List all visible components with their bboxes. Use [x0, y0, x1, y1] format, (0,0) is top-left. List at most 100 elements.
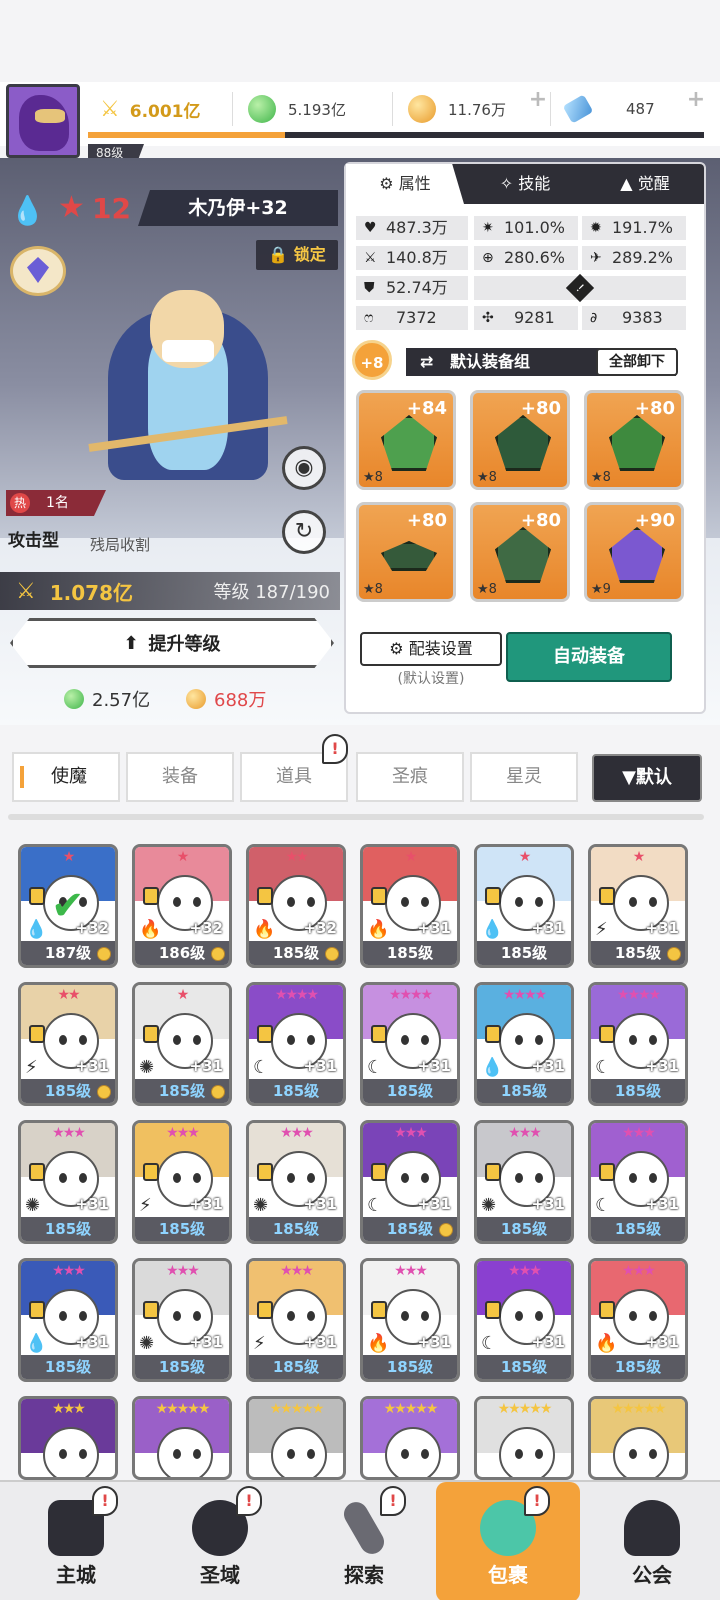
- pet-portrait: [613, 1427, 669, 1477]
- stat-s2: ✣ 9281: [474, 306, 578, 330]
- pet-card[interactable]: ★★★ ☾ +31 185级: [588, 1120, 688, 1244]
- nav-inventory[interactable]: ! 包裹: [436, 1482, 580, 1600]
- pet-stars: ★: [176, 987, 190, 1003]
- lock-icon: [257, 1025, 273, 1043]
- loadout-settings-button[interactable]: ⚙ 配装设置: [360, 632, 502, 666]
- tab-attributes[interactable]: ⚙ 属性: [346, 164, 464, 204]
- swap-button[interactable]: ↻: [282, 510, 326, 554]
- pet-plus: +31: [189, 1333, 223, 1351]
- nav-guild[interactable]: 公会: [580, 1482, 720, 1600]
- power-value: 6.001亿: [129, 101, 201, 122]
- unequip-all-button[interactable]: 全部卸下: [596, 348, 678, 376]
- lock-icon: [257, 1163, 273, 1181]
- element-icon: 🔥: [367, 919, 390, 940]
- set-bonus-badge[interactable]: +8: [352, 340, 392, 380]
- pet-card[interactable]: ★★★ ⚡ +31 185级: [246, 1258, 346, 1382]
- player-avatar[interactable]: [6, 84, 80, 158]
- element-icon: ✺: [139, 1333, 155, 1354]
- pet-card[interactable]: ★★★★★: [132, 1396, 232, 1480]
- nav-label: 圣域: [200, 1563, 240, 1587]
- pet-card[interactable]: ★★★★★: [588, 1396, 688, 1480]
- guild-helmet-icon: [624, 1500, 680, 1556]
- pet-card[interactable]: ★ ✺ +31 185级: [132, 982, 232, 1106]
- pet-plus: +31: [75, 1057, 109, 1075]
- nav-sanctuary[interactable]: ! 圣域: [148, 1482, 292, 1600]
- tab-awaken[interactable]: ▲ 觉醒: [586, 164, 704, 204]
- element-icon: ☾: [595, 1195, 612, 1216]
- pet-card[interactable]: ★★★ ✺ +31 185级: [18, 1120, 118, 1244]
- pet-stars: ★: [632, 849, 646, 865]
- category-tab-pets[interactable]: 使魔: [12, 752, 120, 802]
- pet-card[interactable]: ★★★★★: [360, 1396, 460, 1480]
- auto-equip-button[interactable]: 自动装备: [506, 632, 672, 682]
- pet-stars: ★: [404, 849, 418, 865]
- pet-level: 185级: [249, 1355, 343, 1379]
- equip-stars: ★8: [477, 470, 497, 485]
- element-icon: ☾: [367, 1195, 384, 1216]
- tab-skills[interactable]: ✧ 技能: [466, 164, 584, 204]
- element-icon: 🔥: [139, 919, 162, 940]
- sort-dropdown[interactable]: ▼默认: [592, 754, 702, 802]
- spiral-icon: ∂: [590, 310, 598, 326]
- stat-speed: ✈ 289.2%: [582, 246, 686, 270]
- bottom-nav: ! 主城 ! 圣域 ! 探索 ! 包裹 公会: [0, 1480, 720, 1600]
- pet-card[interactable]: ★★★ ✺ +31 185级: [132, 1258, 232, 1382]
- hot-icon: 热: [10, 493, 30, 513]
- nav-explore[interactable]: ! 探索: [292, 1482, 436, 1600]
- pet-card[interactable]: ★★★ ☾ +31 185级: [474, 1258, 574, 1382]
- pet-card[interactable]: ★ 💧 +32 ✔ 187级: [18, 844, 118, 968]
- hero-level-label: 等级 187/190: [213, 582, 331, 603]
- pet-card[interactable]: ★★ ⚡ +31 185级: [18, 982, 118, 1106]
- pet-card[interactable]: ★★★ ⚡ +31 185级: [132, 1120, 232, 1244]
- pet-card[interactable]: ★ 🔥 +31 185级: [360, 844, 460, 968]
- category-tab-stigmata[interactable]: 圣痕: [356, 752, 464, 802]
- pet-card[interactable]: ★ 💧 +31 185级: [474, 844, 574, 968]
- shuriken-icon: ✣: [482, 310, 494, 326]
- pet-card[interactable]: ★ 🔥 +32 186级: [132, 844, 232, 968]
- category-tab-spirits[interactable]: 星灵: [470, 752, 578, 802]
- crystal-gem: [27, 257, 49, 283]
- pet-card[interactable]: ★★★ 💧 +31 185级: [18, 1258, 118, 1382]
- category-tab-equipment[interactable]: 装备: [126, 752, 234, 802]
- lock-button[interactable]: 🔒 锁定: [256, 240, 338, 270]
- equip-slot-armor[interactable]: +80 ★8: [584, 390, 684, 490]
- upgrade-level-button[interactable]: ⬆ 提升等级: [10, 618, 334, 668]
- pet-card[interactable]: ★★★★ ☾ +31 185级: [360, 982, 460, 1106]
- pet-card[interactable]: ★★★ ✺ +31 185级: [246, 1120, 346, 1244]
- pet-card[interactable]: ★★★: [18, 1396, 118, 1480]
- gold-coin-icon: [186, 689, 206, 709]
- crystal-badge-icon[interactable]: [10, 246, 66, 296]
- pet-card[interactable]: ★★★ ✺ +31 185级: [474, 1120, 574, 1244]
- view-eye-button[interactable]: ◉: [282, 446, 326, 490]
- nav-label: 主城: [56, 1563, 96, 1587]
- pet-card[interactable]: ★★ 🔥 +32 185级: [246, 844, 346, 968]
- stat-value: 7372: [396, 308, 437, 327]
- element-icon: ⚡: [253, 1333, 266, 1354]
- pet-stars: ★★★: [622, 1125, 656, 1141]
- equip-slot-crown[interactable]: +80 ★8: [470, 502, 570, 602]
- pet-portrait: [271, 1427, 327, 1477]
- equip-slot-boots[interactable]: +90 ★9: [584, 502, 684, 602]
- belt-equip-icon: [381, 541, 437, 571]
- pet-card[interactable]: ★★★★ ☾ +31 185级: [246, 982, 346, 1106]
- pet-card[interactable]: ★★★ 🔥 +31 185级: [360, 1258, 460, 1382]
- add-gold-button[interactable]: +: [526, 88, 550, 112]
- equip-slot-belt[interactable]: +80 ★8: [356, 502, 456, 602]
- pet-card[interactable]: ★★★★★: [246, 1396, 346, 1480]
- lock-icon: [143, 1163, 159, 1181]
- pet-card[interactable]: ★★★ 🔥 +31 185级: [588, 1258, 688, 1382]
- nav-alert-icon: !: [236, 1486, 262, 1516]
- equip-slot-helmet[interactable]: +80 ★8: [470, 390, 570, 490]
- pet-card[interactable]: ★★★★★: [474, 1396, 574, 1480]
- pet-card[interactable]: ★★★★ 💧 +31 185级: [474, 982, 574, 1106]
- pet-card[interactable]: ★ ⚡ +31 185级: [588, 844, 688, 968]
- add-crystal-button[interactable]: +: [684, 88, 708, 112]
- pet-stars: ★★★: [280, 1263, 314, 1279]
- pet-stars: ★★★: [394, 1263, 428, 1279]
- cost-green-value: 2.57亿: [92, 690, 151, 711]
- nav-main-city[interactable]: ! 主城: [4, 1482, 148, 1600]
- pet-card[interactable]: ★★★★ ☾ +31 185级: [588, 982, 688, 1106]
- pet-card[interactable]: ★★★ ☾ +31 185级: [360, 1120, 460, 1244]
- equip-slot-weapon[interactable]: +84 ★8: [356, 390, 456, 490]
- pet-stars: ★★★★: [502, 987, 547, 1003]
